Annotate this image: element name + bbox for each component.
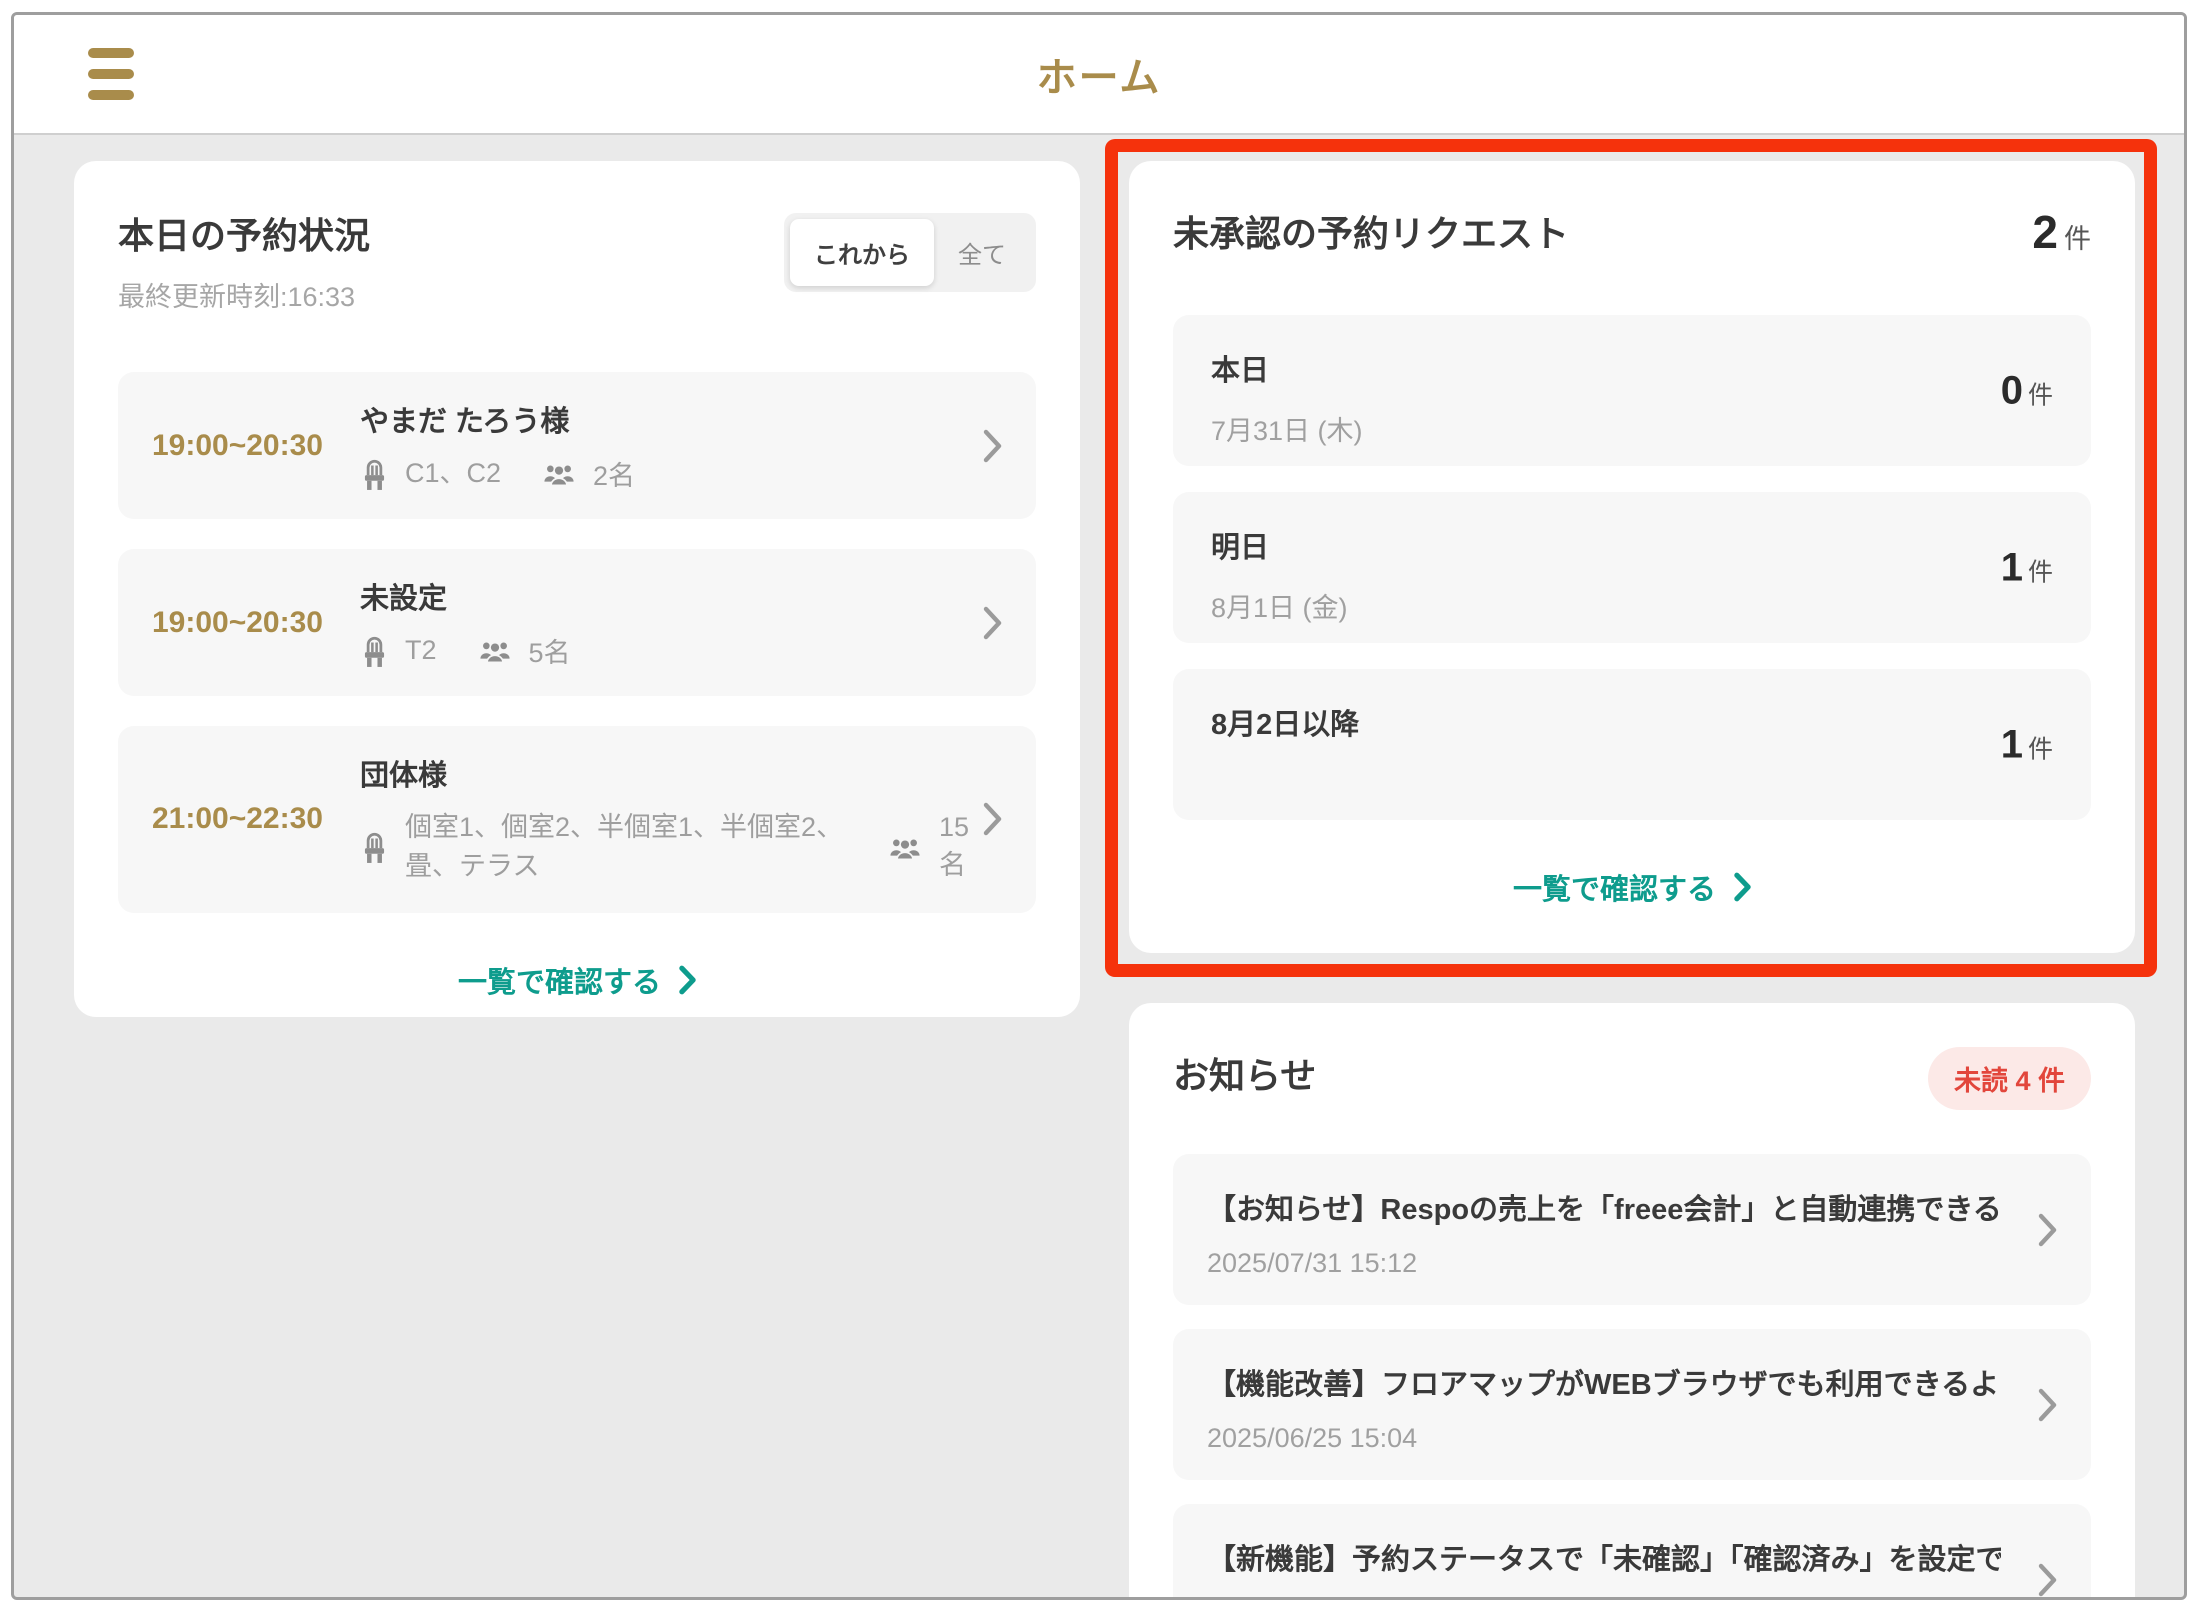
people-icon (477, 637, 513, 664)
pending-requests-card: 未承認の予約リクエスト 2件 本日 7月31日 (木) 0件 明日 8月1日 (… (1129, 161, 2135, 953)
news-item[interactable]: 【お知らせ】Respoの売上を「freee会計」と自動連携できるよ… 2025/… (1173, 1154, 2091, 1305)
page-title: ホーム (14, 45, 2184, 103)
chevron-right-icon (2038, 1388, 2057, 1422)
request-label: 本日 (1211, 347, 2053, 389)
request-date: 7月31日 (木) (1211, 409, 2053, 448)
reservation-time: 19:00~20:30 (152, 429, 360, 463)
chevron-right-icon (679, 965, 696, 995)
news-card-title: お知らせ (1173, 1047, 1316, 1099)
chevron-right-icon (983, 429, 1002, 463)
reservation-seats: T2 (405, 631, 437, 670)
request-count: 1件 (2001, 722, 2053, 767)
news-card: お知らせ 未読 4 件 【お知らせ】Respoの売上を「freee会計」と自動連… (1129, 1003, 2135, 1598)
chair-icon (360, 457, 389, 491)
reservation-row[interactable]: 19:00~20:30 やまだ たろう様 C1、C2 2名 (118, 372, 1036, 519)
app-header: ホーム (14, 15, 2184, 135)
news-item-title: 【新機能】予約ステータスで「未確認」「確認済み」を設定できる… (1207, 1536, 2001, 1578)
news-item[interactable]: 【新機能】予約ステータスで「未確認」「確認済み」を設定できる… 2025/06/… (1173, 1504, 2091, 1598)
reservation-seats: 個室1、個室2、半個室1、半個室2、畳、テラス (405, 808, 847, 886)
chair-icon (360, 634, 389, 668)
news-item-title: 【お知らせ】Respoの売上を「freee会計」と自動連携できるよ… (1207, 1186, 2001, 1228)
reservation-seats: C1、C2 (405, 454, 501, 493)
toggle-option-all[interactable]: 全て (934, 219, 1030, 286)
news-item-date: 2025/06/25 15:04 (1207, 1423, 2001, 1454)
toggle-option-upcoming[interactable]: これから (790, 219, 934, 286)
people-icon (541, 460, 577, 487)
request-row-today[interactable]: 本日 7月31日 (木) 0件 (1173, 315, 2091, 466)
news-list: 【お知らせ】Respoの売上を「freee会計」と自動連携できるよ… 2025/… (1173, 1154, 2091, 1598)
people-icon (887, 834, 923, 861)
news-item-title: 【機能改善】フロアマップがWEBブラウザでも利用できるよう… (1207, 1361, 2001, 1403)
reservation-name: 団体様 (360, 752, 983, 794)
reservation-filter-toggle: これから 全て (784, 213, 1036, 292)
news-item[interactable]: 【機能改善】フロアマップがWEBブラウザでも利用できるよう… 2025/06/2… (1173, 1329, 2091, 1480)
reservation-time: 21:00~22:30 (152, 802, 360, 836)
view-list-label: 一覧で確認する (1513, 866, 1716, 908)
request-date: 8月1日 (金) (1211, 586, 2053, 625)
reservation-name: 未設定 (360, 575, 983, 617)
reservation-guest-count: 5名 (529, 631, 571, 670)
request-count: 0件 (2001, 368, 2053, 413)
view-list-label: 一覧で確認する (458, 959, 661, 1001)
requests-card-title: 未承認の予約リクエスト (1173, 205, 1569, 257)
today-card-title: 本日の予約状況 (118, 207, 370, 259)
news-item-date: 2025/07/31 15:12 (1207, 1248, 2001, 1279)
chevron-right-icon (983, 802, 1002, 836)
reservation-guest-count: 2名 (593, 454, 635, 493)
chevron-right-icon (983, 606, 1002, 640)
last-updated-time: 最終更新時刻:16:33 (118, 275, 370, 314)
requests-list: 本日 7月31日 (木) 0件 明日 8月1日 (金) 1件 8月2日以降 (1173, 315, 2091, 820)
reservation-row[interactable]: 19:00~20:30 未設定 T2 5名 (118, 549, 1036, 696)
app-window: ホーム 本日の予約状況 最終更新時刻:16:33 これから 全て 19:00~2… (11, 12, 2187, 1600)
reservation-name: やまだ たろう様 (360, 398, 983, 440)
reservation-time: 19:00~20:30 (152, 606, 360, 640)
request-row-later[interactable]: 8月2日以降 1件 (1173, 669, 2091, 820)
chevron-right-icon (2038, 1563, 2057, 1597)
chevron-right-icon (2038, 1213, 2057, 1247)
request-label: 8月2日以降 (1211, 701, 2053, 743)
unread-badge: 未読 4 件 (1928, 1047, 2091, 1110)
chevron-right-icon (1734, 872, 1751, 902)
reservation-row[interactable]: 21:00~22:30 団体様 個室1、個室2、半個室1、半個室2、畳、テラス … (118, 726, 1036, 912)
request-label: 明日 (1211, 524, 2053, 566)
page-content: 本日の予約状況 最終更新時刻:16:33 これから 全て 19:00~20:30… (14, 135, 2184, 1598)
today-view-list-link[interactable]: 一覧で確認する (118, 959, 1036, 1001)
today-reservations-card: 本日の予約状況 最終更新時刻:16:33 これから 全て 19:00~20:30… (74, 161, 1080, 1017)
requests-view-list-link[interactable]: 一覧で確認する (1173, 866, 2091, 908)
reservation-list: 19:00~20:30 やまだ たろう様 C1、C2 2名 19:00~20:3… (118, 372, 1036, 913)
request-count: 1件 (2001, 545, 2053, 590)
reservation-guest-count: 15名 (939, 812, 983, 882)
chair-icon (360, 830, 389, 864)
request-row-tomorrow[interactable]: 明日 8月1日 (金) 1件 (1173, 492, 2091, 643)
requests-total-count: 2件 (2032, 205, 2091, 259)
